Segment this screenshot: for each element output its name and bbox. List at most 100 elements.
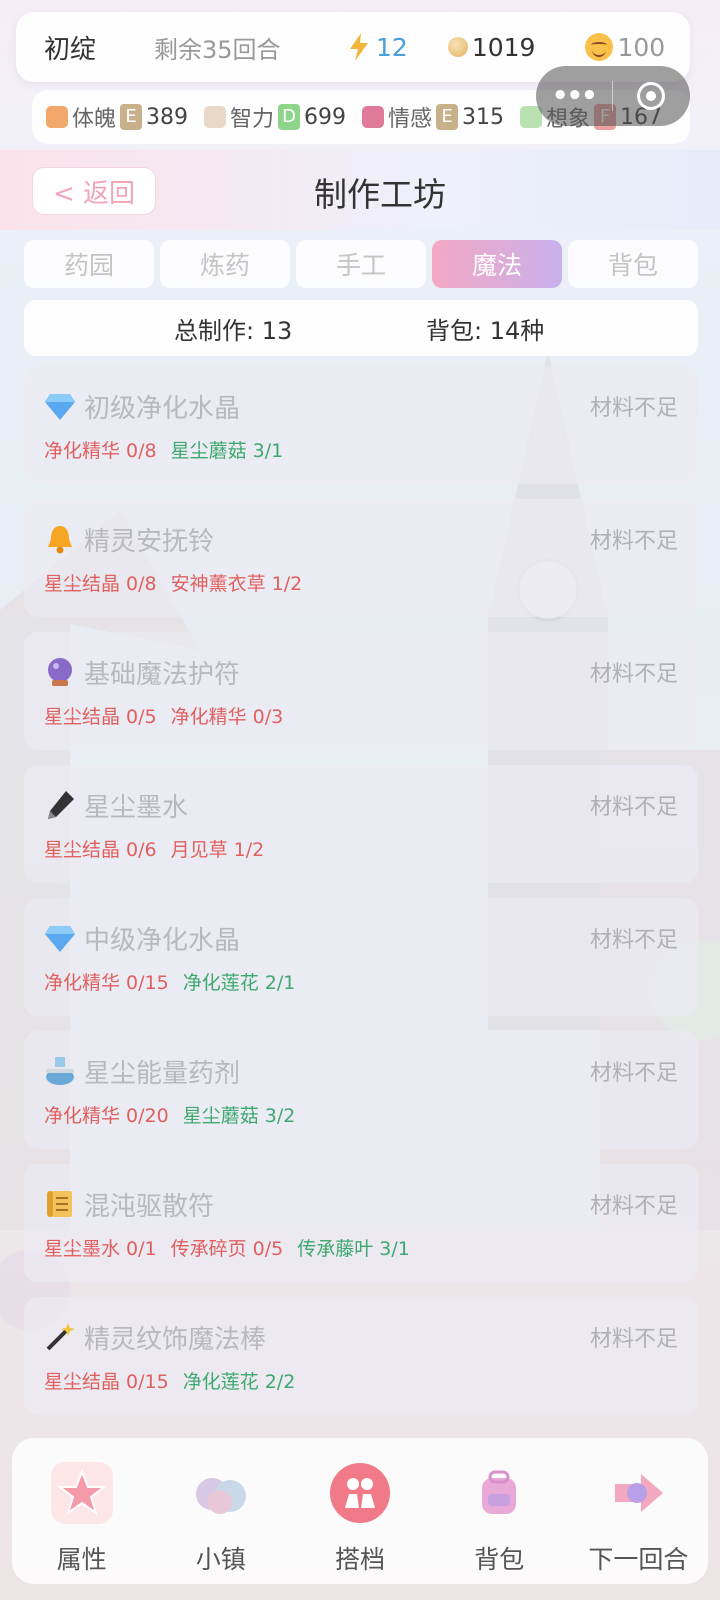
recipe-status: 材料不足: [589, 1194, 678, 1219]
scroll-icon: [44, 1188, 76, 1220]
page-header: < 返回 制作工坊: [0, 150, 720, 230]
attr-grade: E: [120, 104, 143, 130]
material-requirement: 净化莲花 2/2: [182, 1371, 296, 1393]
material-requirement: 星尘蘑菇 3/1: [170, 440, 284, 462]
recipe-name: 中级净化水晶: [84, 926, 241, 956]
material-list: 净化精华 0/8 星尘蘑菇 3/1: [44, 436, 283, 463]
energy-value: 12: [376, 32, 408, 62]
star-badge-icon: [50, 1462, 113, 1524]
nav-backpack[interactable]: 背包: [430, 1438, 569, 1584]
material-requirement: 星尘结晶 0/5: [44, 706, 157, 728]
workshop-tabs: 药园 炼药 手工 魔法 背包: [24, 240, 698, 290]
recipe-card[interactable]: 初级净化水晶 材料不足 净化精华 0/8 星尘蘑菇 3/1: [24, 366, 698, 484]
partner-icon: [330, 1463, 390, 1523]
attr-value: 315: [462, 104, 505, 130]
attr-intellect: 智力 D 699: [204, 101, 346, 133]
material-requirement: 星尘结晶 0/6: [44, 839, 157, 861]
more-menu-icon[interactable]: •••: [536, 81, 612, 111]
gold-value: 1019: [471, 32, 536, 62]
crystal-ball-icon: [44, 656, 76, 688]
attr-value: 389: [146, 104, 189, 130]
energy-stat: 12: [348, 33, 408, 62]
nav-partner[interactable]: 搭档: [290, 1438, 429, 1584]
material-requirement: 净化精华 0/3: [170, 706, 284, 728]
recipe-status: 材料不足: [589, 928, 678, 953]
recipe-card[interactable]: 星尘墨水 材料不足 星尘结晶 0/6 月见草 1/2: [24, 765, 698, 883]
material-requirement: 传承碎页 0/5: [170, 1238, 284, 1260]
nav-town[interactable]: 小镇: [151, 1438, 290, 1584]
attr-grade: D: [278, 104, 301, 130]
next-turn-icon: [615, 1474, 664, 1512]
backpack-icon: [482, 1470, 517, 1514]
recipe-name: 基础魔法护符: [84, 660, 241, 690]
nav-label: 搭档: [335, 1545, 386, 1574]
tab-magic[interactable]: 魔法: [432, 240, 562, 288]
nav-label: 属性: [56, 1545, 107, 1574]
material-requirement: 净化精华 0/15: [44, 972, 169, 994]
gold-stat: 1019: [447, 32, 536, 62]
total-crafted: 总制作: 13: [174, 316, 293, 345]
smile-icon: [585, 33, 614, 61]
recipe-list: 初级净化水晶 材料不足 净化精华 0/8 星尘蘑菇 3/1 精灵安抚铃 材料不足 星尘结晶 …: [24, 366, 698, 1430]
attr-emotion: 情感 E 315: [362, 101, 504, 133]
material-requirement: 星尘蘑菇 3/2: [182, 1105, 296, 1127]
strength-icon: [46, 106, 68, 128]
material-requirement: 安神薰衣草 1/2: [170, 573, 303, 595]
material-list: 净化精华 0/15 净化莲花 2/1: [44, 968, 295, 995]
nav-label: 小镇: [195, 1545, 246, 1574]
magic-wand-icon: [44, 1321, 76, 1353]
material-requirement: 星尘墨水 0/1: [44, 1238, 157, 1260]
recipe-card[interactable]: 精灵安抚铃 材料不足星尘结晶 0/8 安神薰衣草 1/2: [24, 499, 698, 617]
recipe-card[interactable]: 中级净化水晶 材料不足净化精华 0/15 净化莲花 2/1: [24, 898, 698, 1016]
recipe-status: 材料不足: [589, 1327, 678, 1352]
page-title: 制作工坊: [314, 175, 446, 214]
diamond-icon: [44, 390, 76, 422]
material-requirement: 净化精华 0/8: [44, 440, 157, 462]
recipe-card[interactable]: 基础魔法护符 材料不足星尘结晶 0/5 净化精华 0/3: [24, 632, 698, 750]
attr-strength: 体魄 E 389: [46, 101, 188, 133]
recipe-name: 精灵安抚铃: [84, 527, 215, 557]
fountain-pen-icon: [44, 789, 76, 821]
recipe-status: 材料不足: [589, 529, 678, 554]
attr-label: 智力: [230, 107, 275, 132]
mood-value: 100: [617, 32, 666, 62]
material-list: 净化精华 0/20 星尘蘑菇 3/2: [44, 1101, 295, 1128]
nav-attributes[interactable]: 属性: [12, 1438, 151, 1584]
material-list: 星尘结晶 0/15 净化莲花 2/2: [44, 1367, 295, 1394]
tab-handcraft[interactable]: 手工: [296, 240, 426, 288]
material-list: 星尘结晶 0/8 安神薰衣草 1/2: [44, 569, 302, 596]
town-icon: [195, 1478, 246, 1514]
bottom-nav: 属性 小镇 搭档 背包 下一回合: [12, 1438, 708, 1584]
recipe-card[interactable]: 星尘能量药剂 材料不足 净化精华 0/20 星尘蘑菇 3/2: [24, 1031, 698, 1149]
diamond-icon: [44, 922, 76, 954]
nav-label: 背包: [474, 1545, 525, 1574]
tab-backpack[interactable]: 背包: [568, 240, 698, 288]
recipe-name: 混沌驱散符: [84, 1192, 215, 1222]
attr-value: 699: [304, 104, 347, 130]
craft-summary: 总制作: 13 背包: 14种: [24, 300, 698, 356]
tab-alchemy[interactable]: 炼药: [160, 240, 290, 288]
material-list: 星尘结晶 0/6 月见草 1/2: [44, 835, 264, 862]
attr-grade: E: [436, 104, 459, 130]
player-name: 初绽: [44, 34, 97, 65]
recipe-name: 星尘墨水: [84, 793, 189, 823]
recipe-status: 材料不足: [589, 662, 678, 687]
material-requirement: 传承藤叶 3/1: [297, 1238, 410, 1260]
tab-herb-garden[interactable]: 药园: [24, 240, 154, 288]
material-requirement: 净化精华 0/20: [44, 1105, 169, 1127]
mini-program-capsule: •••: [536, 66, 690, 126]
flask-icon: [44, 1055, 76, 1087]
close-target-icon[interactable]: [613, 82, 691, 110]
recipe-status: 材料不足: [589, 1061, 678, 1086]
recipe-card[interactable]: 精灵纹饰魔法棒 材料不足 星尘结晶 0/15 净化莲花 2/2: [24, 1297, 698, 1415]
attr-label: 情感: [388, 107, 433, 132]
book-icon: [204, 106, 227, 128]
nav-label: 下一回合: [588, 1545, 689, 1574]
material-list: 星尘墨水 0/1 传承碎页 0/5 传承藤叶 3/1: [44, 1234, 410, 1261]
recipe-status: 材料不足: [589, 396, 678, 421]
nav-next-turn[interactable]: 下一回合: [569, 1438, 708, 1584]
recipe-card[interactable]: 混沌驱散符 材料不足星尘墨水 0/1 传承碎页 0/5 传承藤叶 3/1: [24, 1164, 698, 1282]
attr-label: 体魄: [72, 107, 117, 132]
lightning-icon: [350, 33, 368, 61]
bell-icon: [44, 523, 76, 555]
